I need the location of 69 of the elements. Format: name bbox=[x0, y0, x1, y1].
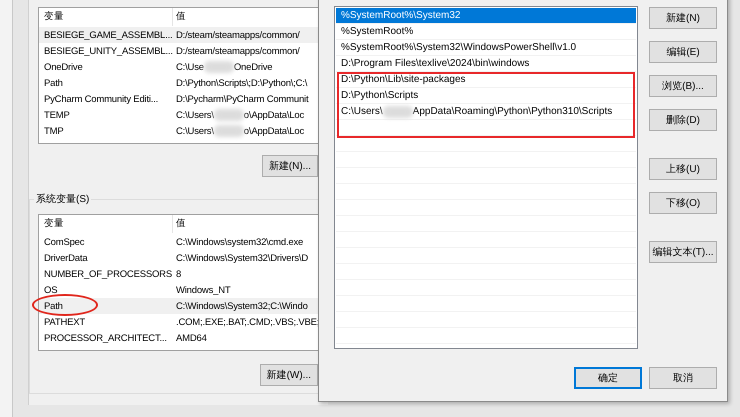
value-text: %SystemRoot% bbox=[341, 24, 414, 38]
path-entry[interactable]: C:\Users\ AppData\Roaming\Python\Python310\Scripts bbox=[336, 104, 636, 120]
variable-name: BESIEGE_GAME_ASSEMBL... bbox=[44, 30, 172, 40]
path-entry[interactable]: %SystemRoot%\System32 bbox=[336, 8, 636, 24]
dialog-button[interactable]: 新建(N) bbox=[649, 7, 717, 29]
redaction-blur bbox=[214, 125, 244, 137]
value-text: 8 bbox=[176, 268, 182, 280]
value-text: o\AppData\Loc bbox=[244, 126, 304, 136]
value-text: D:/steam/steamapps/common/ bbox=[176, 30, 300, 40]
variable-name: Path bbox=[44, 300, 63, 312]
variable-name: NUMBER_OF_PROCESSORS bbox=[44, 268, 172, 280]
new-button[interactable]: 新建(N)... bbox=[262, 155, 318, 177]
new-button[interactable]: 新建(W)... bbox=[260, 364, 318, 386]
table-row[interactable]: TMP C:\Users\ o\AppData\Loc bbox=[39, 123, 337, 139]
table-row[interactable]: TEMP C:\Users\ o\AppData\Loc bbox=[39, 107, 337, 123]
variable-name: PyCharm Community Editi... bbox=[44, 94, 158, 104]
value-text: o\AppData\Loc bbox=[244, 110, 304, 120]
redaction-blur bbox=[214, 109, 244, 121]
value-text: D:\Python\Scripts bbox=[341, 88, 418, 102]
cancel-button[interactable]: 取消 bbox=[649, 367, 717, 389]
value-text: C:\Use bbox=[176, 62, 204, 72]
redaction-blur bbox=[382, 106, 413, 118]
value-text: C:\Users\ bbox=[176, 110, 214, 120]
value-text: D:\Pycharm\PyCharm Communit bbox=[176, 94, 308, 104]
value-text: %SystemRoot%\System32 bbox=[341, 8, 460, 22]
value-text: D:/steam/steamapps/common/ bbox=[176, 46, 300, 56]
dialog-button[interactable]: 下移(O) bbox=[649, 192, 717, 214]
value-text: D:\Program Files\texlive\2024\bin\windows bbox=[341, 56, 530, 70]
dialog-button[interactable]: 编辑(E) bbox=[649, 41, 717, 63]
value-text: D:\Python\Lib\site-packages bbox=[341, 72, 466, 86]
dialog-button[interactable]: 删除(D) bbox=[649, 109, 717, 131]
value-text: .COM;.EXE;.BAT;.CMD;.VBS;.VBE; bbox=[176, 316, 320, 328]
dialog-button[interactable]: 上移(U) bbox=[649, 158, 717, 180]
value-text: D:\Python\Scripts\;D:\Python\;C:\ bbox=[176, 78, 308, 88]
group-title: 系统变量(S) bbox=[34, 192, 92, 206]
ok-button[interactable]: 确定 bbox=[574, 367, 642, 389]
variable-name: OneDrive bbox=[44, 62, 83, 72]
variable-name: TMP bbox=[44, 126, 64, 136]
dialog-button[interactable]: 浏览(B)... bbox=[649, 75, 717, 97]
path-entry[interactable]: D:\Program Files\texlive\2024\bin\windows bbox=[336, 56, 636, 72]
column-header[interactable]: 变量 bbox=[39, 8, 173, 26]
path-entry[interactable]: D:\Python\Scripts bbox=[336, 88, 636, 104]
variable-name: BESIEGE_UNITY_ASSEMBL... bbox=[44, 46, 173, 56]
value-text: %SystemRoot%\System32\WindowsPowerShell\v1.0 bbox=[341, 40, 576, 54]
variable-name: OS bbox=[44, 284, 58, 296]
path-entry[interactable]: %SystemRoot% bbox=[336, 24, 636, 40]
value-text: C:\Users\ bbox=[176, 126, 214, 136]
variable-name: TEMP bbox=[44, 110, 70, 120]
column-header[interactable]: 值 bbox=[173, 8, 186, 26]
table-row[interactable]: OneDrive C:\Use OneDrive bbox=[39, 59, 337, 75]
column-header[interactable]: 变量 bbox=[39, 215, 173, 233]
variable-name: ComSpec bbox=[44, 236, 84, 248]
variable-name: PROCESSOR_ARCHITECT... bbox=[44, 332, 167, 344]
value-text: C:\Windows\System32\Drivers\D bbox=[176, 252, 308, 264]
path-entry[interactable]: %SystemRoot%\System32\WindowsPowerShell\v1.0 bbox=[336, 40, 636, 56]
variable-name: PATHEXT bbox=[44, 316, 86, 328]
value-text: AMD64 bbox=[176, 332, 207, 344]
value-text: AppData\Roaming\Python\Python310\Scripts bbox=[412, 104, 612, 118]
path-entry[interactable]: D:\Python\Lib\site-packages bbox=[336, 72, 636, 88]
value-text: OneDrive bbox=[234, 62, 272, 72]
dialog-button[interactable]: 编辑文本(T)... bbox=[649, 241, 717, 263]
variable-name: Path bbox=[44, 78, 63, 88]
variable-name: DriverData bbox=[44, 252, 88, 264]
redaction-blur bbox=[204, 61, 234, 73]
value-text: C:\Windows\System32;C:\Windo bbox=[176, 300, 308, 312]
value-text: C:\Windows\system32\cmd.exe bbox=[176, 236, 304, 248]
value-text: C:\Users\ bbox=[341, 104, 383, 118]
value-text: Windows_NT bbox=[176, 284, 230, 296]
column-header[interactable]: 值 bbox=[173, 215, 186, 233]
